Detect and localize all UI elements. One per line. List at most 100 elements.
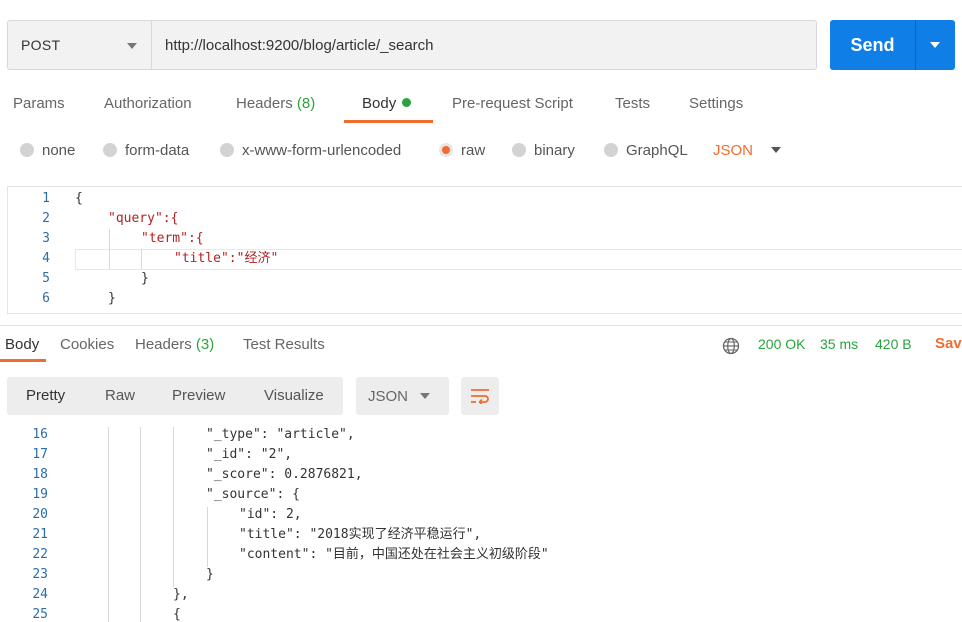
code-text: "title": "2018实现了经济平稳运行", bbox=[239, 527, 482, 542]
code-text: "title":"经济" bbox=[174, 251, 279, 266]
view-visualize-button[interactable]: Visualize bbox=[264, 377, 324, 415]
response-tab-test-results[interactable]: Test Results bbox=[243, 336, 325, 353]
line-number: 16 bbox=[32, 427, 48, 442]
response-body-viewer[interactable]: 16 "_type": "article", 17 "_id": "2", 18… bbox=[7, 427, 962, 622]
line-number: 23 bbox=[32, 567, 48, 582]
wrap-lines-button[interactable] bbox=[461, 377, 499, 415]
view-mode-group: Pretty Raw Preview Visualize bbox=[7, 377, 343, 415]
tab-label: Body bbox=[362, 95, 397, 112]
radio-x-www-form-urlencoded[interactable]: x-www-form-urlencoded bbox=[220, 138, 401, 162]
radio-icon bbox=[20, 143, 34, 157]
line-number: 5 bbox=[42, 271, 50, 286]
line-number: 1 bbox=[42, 191, 50, 206]
globe-icon[interactable] bbox=[722, 337, 740, 355]
radio-label: x-www-form-urlencoded bbox=[242, 141, 402, 159]
response-tab-body[interactable]: Body bbox=[5, 336, 39, 353]
line-number: 22 bbox=[32, 547, 48, 562]
radio-form-data[interactable]: form-data bbox=[103, 138, 189, 162]
view-raw-button[interactable]: Raw bbox=[105, 377, 135, 415]
response-tab-headers[interactable]: Headers (3) bbox=[135, 336, 214, 353]
active-tab-underline bbox=[344, 120, 433, 123]
headers-count: (8) bbox=[296, 95, 316, 112]
chevron-down-icon bbox=[127, 43, 137, 49]
radio-icon bbox=[220, 143, 234, 157]
tab-headers[interactable]: Headers (8) bbox=[236, 88, 315, 124]
headers-count: (3) bbox=[195, 336, 215, 353]
code-line: 2 "query":{ bbox=[8, 209, 962, 229]
response-time[interactable]: 35 ms bbox=[820, 336, 858, 352]
radio-selected-icon bbox=[439, 143, 453, 157]
chevron-down-icon bbox=[930, 42, 940, 48]
response-size[interactable]: 420 B bbox=[875, 336, 912, 352]
code-line: 1 { bbox=[8, 189, 962, 209]
tab-params[interactable]: Params bbox=[13, 88, 65, 124]
code-text: } bbox=[141, 271, 149, 286]
radio-icon bbox=[604, 143, 618, 157]
tab-label: Headers bbox=[135, 336, 192, 353]
radio-label: raw bbox=[461, 141, 486, 159]
code-text: } bbox=[206, 567, 214, 582]
tab-tests[interactable]: Tests bbox=[615, 88, 650, 124]
radio-icon bbox=[512, 143, 526, 157]
line-number: 19 bbox=[32, 487, 48, 502]
request-body-editor[interactable]: 1 { 2 "query":{ 3 "term":{ 4 "title":"经济… bbox=[7, 186, 962, 314]
radio-label: none bbox=[42, 141, 76, 159]
request-tabs: Params Authorization Headers (8) Body Pr… bbox=[0, 88, 962, 124]
code-text: { bbox=[75, 191, 83, 206]
radio-none[interactable]: none bbox=[20, 138, 75, 162]
line-number: 17 bbox=[32, 447, 48, 462]
radio-binary[interactable]: binary bbox=[512, 138, 575, 162]
tab-authorization[interactable]: Authorization bbox=[104, 88, 192, 124]
code-text: "content": "目前，中国还处在社会主义初级阶段" bbox=[239, 547, 549, 562]
send-button-group: Send bbox=[830, 20, 955, 70]
url-text: http://localhost:9200/blog/article/_sear… bbox=[165, 36, 434, 54]
tab-settings[interactable]: Settings bbox=[689, 88, 743, 124]
code-text: "_score": 0.2876821, bbox=[206, 467, 363, 482]
code-text: "term":{ bbox=[141, 231, 204, 246]
tab-body[interactable]: Body bbox=[362, 88, 412, 124]
code-text: }, bbox=[173, 587, 189, 602]
line-number: 2 bbox=[42, 211, 50, 226]
view-preview-button[interactable]: Preview bbox=[172, 377, 225, 415]
tab-label: Settings bbox=[689, 95, 744, 112]
line-number: 6 bbox=[42, 291, 50, 306]
tab-label: Cookies bbox=[60, 336, 115, 353]
body-format-label: JSON bbox=[713, 141, 754, 159]
response-tab-cookies[interactable]: Cookies bbox=[60, 336, 114, 353]
send-options-button[interactable] bbox=[916, 20, 955, 70]
url-input[interactable]: http://localhost:9200/blog/article/_sear… bbox=[152, 21, 816, 69]
body-format-dropdown[interactable]: JSON bbox=[713, 138, 782, 162]
status-code[interactable]: 200 OK bbox=[758, 336, 805, 352]
tab-label: Body bbox=[5, 336, 40, 353]
radio-graphql[interactable]: GraphQL bbox=[604, 138, 688, 162]
chevron-down-icon bbox=[771, 147, 782, 153]
line-number: 24 bbox=[32, 587, 48, 602]
radio-raw[interactable]: raw bbox=[439, 138, 485, 162]
line-number: 18 bbox=[32, 467, 48, 482]
line-number: 20 bbox=[32, 507, 48, 522]
code-line: 16 "_type": "article", bbox=[7, 427, 962, 445]
tab-pre-request-script[interactable]: Pre-request Script bbox=[452, 88, 573, 124]
line-number: 3 bbox=[42, 231, 50, 246]
body-type-selector: none form-data x-www-form-urlencoded raw… bbox=[0, 138, 962, 162]
radio-icon bbox=[103, 143, 117, 157]
save-response-button[interactable]: Save bbox=[935, 335, 962, 352]
code-line: 5 } bbox=[8, 269, 962, 289]
code-text: } bbox=[108, 291, 116, 306]
tab-label: Authorization bbox=[104, 95, 192, 112]
tab-label: Headers bbox=[236, 95, 293, 112]
view-pretty-button[interactable]: Pretty bbox=[26, 377, 65, 415]
chevron-down-icon bbox=[420, 393, 430, 399]
code-line: 22 "content": "目前，中国还处在社会主义初级阶段" bbox=[7, 545, 962, 565]
code-text: "query":{ bbox=[108, 211, 179, 226]
response-format-dropdown[interactable]: JSON bbox=[356, 377, 449, 415]
code-line: 24 }, bbox=[7, 585, 962, 605]
radio-label: form-data bbox=[125, 141, 190, 159]
send-button[interactable]: Send bbox=[830, 20, 915, 70]
line-number: 4 bbox=[42, 251, 50, 266]
method-dropdown[interactable]: POST bbox=[8, 21, 152, 69]
tab-label: Pre-request Script bbox=[452, 95, 573, 112]
code-line: 23 } bbox=[7, 565, 962, 585]
code-line: 4 "title":"经济" bbox=[8, 249, 962, 269]
code-line: 3 "term":{ bbox=[8, 229, 962, 249]
